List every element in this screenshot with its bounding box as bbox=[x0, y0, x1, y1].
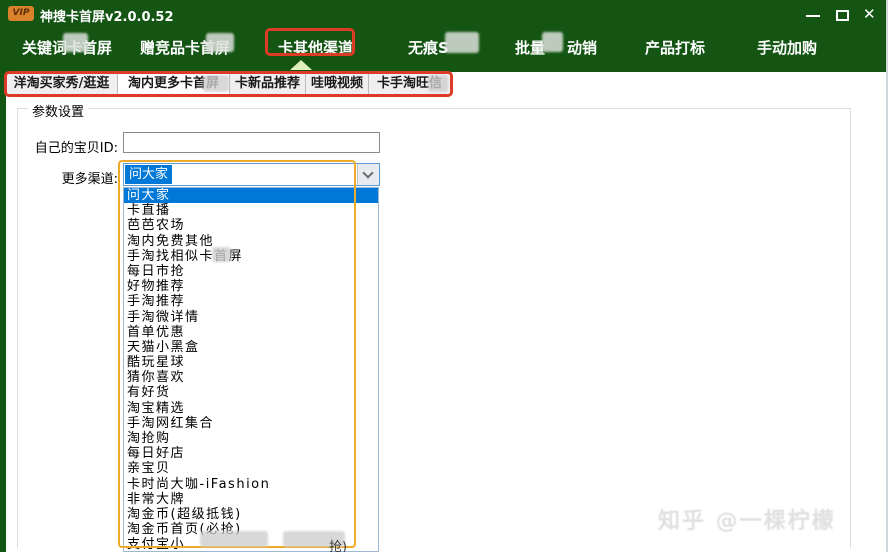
menu-product-tag[interactable]: 产品打标 bbox=[645, 37, 705, 58]
menu-keyword-card[interactable]: 关键词卡首屏 bbox=[22, 37, 112, 58]
dropdown-option[interactable]: 有好货 bbox=[124, 385, 378, 400]
item-id-label: 自己的宝贝ID: bbox=[28, 137, 118, 156]
dropdown-option[interactable]: 淘抢购 bbox=[124, 431, 378, 446]
last-option-suffix: 抢) bbox=[329, 536, 347, 552]
channel-dropdown-list: 问大家卡直播芭芭农场淘内免费其他手淘找相似卡首屏每日市抢好物推荐手淘推荐手淘微详… bbox=[123, 187, 379, 552]
dropdown-option[interactable]: 淘宝精选 bbox=[124, 401, 378, 416]
close-button[interactable]: ✕ bbox=[863, 4, 876, 24]
channel-selected-value: 问大家 bbox=[125, 165, 172, 184]
subtab-wow-video[interactable]: 哇哦视频 bbox=[306, 73, 369, 95]
dropdown-option[interactable]: 问大家 bbox=[124, 188, 378, 203]
maximize-button[interactable] bbox=[836, 10, 849, 21]
minimize-button[interactable] bbox=[806, 15, 820, 17]
subtab-new-product[interactable]: 卡新品推荐 bbox=[230, 73, 306, 95]
subtab-more-channels[interactable]: 淘内更多卡首屏 bbox=[118, 73, 230, 95]
dropdown-option[interactable]: 每日市抢 bbox=[124, 264, 378, 279]
dropdown-option[interactable]: 淘金币(超级抵钱) bbox=[124, 507, 378, 522]
dropdown-option[interactable]: 卡直播 bbox=[124, 203, 378, 218]
dropdown-option[interactable]: 手淘微详情 bbox=[124, 310, 378, 325]
menu-other-channels[interactable]: 卡其他渠道 bbox=[278, 37, 353, 58]
dropdown-option[interactable]: 酷玩星球 bbox=[124, 355, 378, 370]
menu-batch-sales[interactable]: 批量 动销 bbox=[515, 37, 597, 58]
dropdown-option[interactable]: 亲宝贝 bbox=[124, 461, 378, 476]
combobox-dropdown-button[interactable] bbox=[357, 164, 379, 185]
item-id-input[interactable] bbox=[123, 132, 380, 153]
menu-batch-sales-part2: 动销 bbox=[567, 39, 597, 57]
window-left-border bbox=[0, 62, 6, 552]
dropdown-option[interactable]: 非常大牌 bbox=[124, 492, 378, 507]
dropdown-option[interactable]: 天猫小黑盒 bbox=[124, 340, 378, 355]
menu-manual-cart[interactable]: 手动加购 bbox=[757, 37, 817, 58]
dropdown-option[interactable]: 芭芭农场 bbox=[124, 218, 378, 233]
menu-competitor-card[interactable]: 赠竞品卡首屏 bbox=[140, 37, 230, 58]
menu-traceless[interactable]: 无痕S bbox=[408, 37, 449, 58]
dropdown-option[interactable]: 淘内免费其他 bbox=[124, 234, 378, 249]
zhihu-watermark: 知乎 @一棵柠檬 bbox=[658, 503, 836, 535]
chevron-down-icon bbox=[362, 167, 373, 178]
header: VIP 神搜卡首屏v2.0.0.52 ✕ 关键词卡首屏 赠竞品卡首屏 卡其他渠道… bbox=[0, 0, 888, 72]
subtab-buyer-show[interactable]: 洋淘买家秀/逛逛 bbox=[6, 73, 118, 95]
window-title: 神搜卡首屏v2.0.0.52 bbox=[40, 6, 174, 25]
dropdown-option[interactable]: 手淘找相似卡首屏 bbox=[124, 249, 378, 264]
active-tab-arrow-icon bbox=[290, 60, 312, 70]
dropdown-option[interactable]: 每日好店 bbox=[124, 446, 378, 461]
title-bar: VIP 神搜卡首屏v2.0.0.52 ✕ bbox=[0, 0, 888, 27]
channel-combobox[interactable]: 问大家 bbox=[123, 163, 380, 186]
channel-label: 更多渠道: bbox=[28, 168, 118, 187]
dropdown-option[interactable]: 卡时尚大咖-iFashion bbox=[124, 477, 378, 492]
app-window: VIP 神搜卡首屏v2.0.0.52 ✕ 关键词卡首屏 赠竞品卡首屏 卡其他渠道… bbox=[0, 0, 888, 552]
menu-batch-sales-part1: 批量 bbox=[515, 39, 545, 57]
subtab-bar: 洋淘买家秀/逛逛 淘内更多卡首屏 卡新品推荐 哇哦视频 卡手淘旺信 bbox=[6, 73, 450, 95]
dropdown-option[interactable]: 手淘网红集合 bbox=[124, 416, 378, 431]
subtab-wangxin[interactable]: 卡手淘旺信 bbox=[369, 73, 450, 95]
vip-badge-icon: VIP bbox=[8, 6, 34, 21]
dropdown-option[interactable]: 首单优惠 bbox=[124, 325, 378, 340]
params-group-label: 参数设置 bbox=[28, 101, 88, 120]
dropdown-option[interactable]: 猜你喜欢 bbox=[124, 370, 378, 385]
dropdown-option[interactable]: 好物推荐 bbox=[124, 279, 378, 294]
dropdown-option[interactable]: 手淘推荐 bbox=[124, 294, 378, 309]
